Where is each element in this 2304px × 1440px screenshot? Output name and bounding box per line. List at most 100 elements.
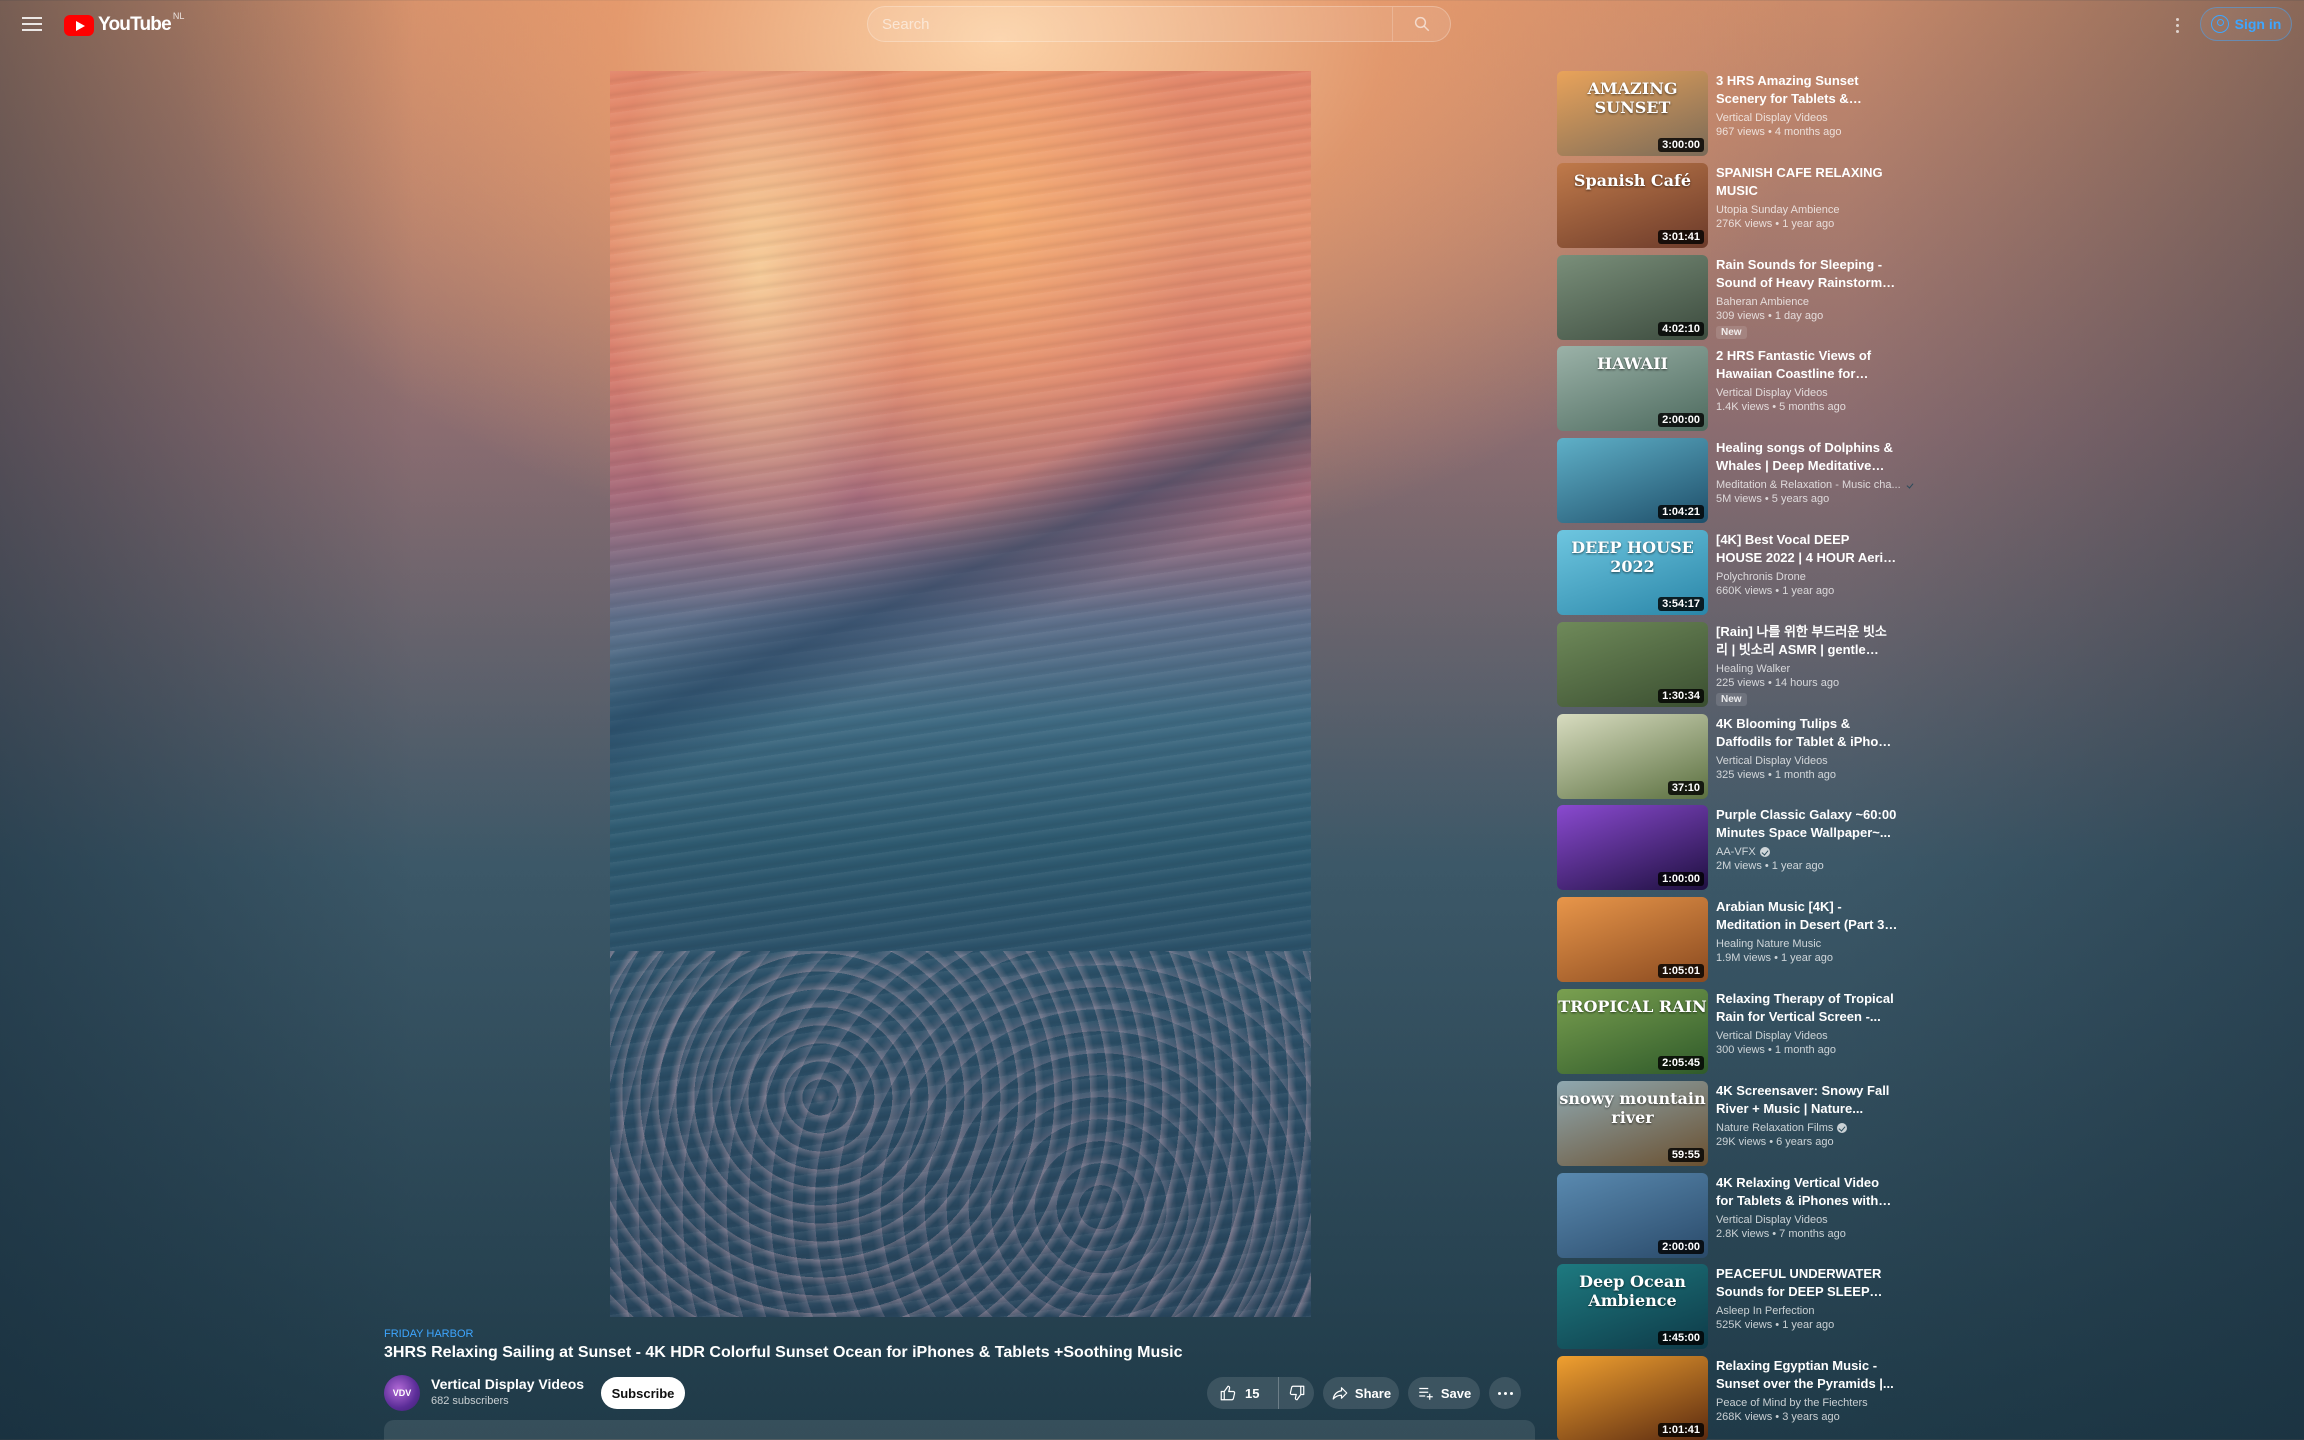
channel-name-row: Healing Nature Music — [1716, 938, 1898, 950]
channel-name-row: Meditation & Relaxation - Music cha... — [1716, 479, 1901, 491]
video-title-link[interactable]: 2 HRS Fantastic Views of Hawaiian Coastl… — [1716, 347, 1898, 383]
channel-name[interactable]: Baheran Ambience — [1716, 296, 1809, 308]
video-hashtag[interactable]: FRIDAY HARBOR — [384, 1328, 473, 1340]
youtube-play-icon — [64, 14, 94, 36]
recommended-video[interactable]: Deep Ocean Ambience 1:45:00 PEACEFUL UNDER… — [1557, 1264, 1897, 1356]
video-title-link[interactable]: Purple Classic Galaxy ~60:00 Minutes Spa… — [1716, 806, 1898, 842]
channel-avatar[interactable]: VDV — [384, 1375, 420, 1411]
video-title-link[interactable]: Rain Sounds for Sleeping - Sound of Heav… — [1716, 256, 1898, 292]
duration-badge: 1:00:00 — [1658, 872, 1704, 887]
recommended-video[interactable]: 2:00:00 4K Relaxing Vertical Video for Ta… — [1557, 1172, 1898, 1265]
views-and-date: 309 views • 1 day ago — [1716, 309, 1824, 322]
views-and-date: 325 views • 1 month ago — [1716, 768, 1837, 781]
video-player[interactable] — [610, 71, 1311, 1317]
video-details: 2 HRS Fantastic Views of Hawaiian Coastl… — [1716, 347, 1898, 413]
like-count: 15 — [1245, 1385, 1260, 1401]
channel-name[interactable]: Vertical Display Videos — [431, 1376, 584, 1392]
description-box[interactable] — [384, 1420, 1535, 1440]
video-thumbnail[interactable]: 2:00:00 — [1557, 1172, 1708, 1258]
recommended-video[interactable]: AMAZING SUNSET 3:00:00 3 HRS Amazing Sunse… — [1557, 71, 1897, 163]
video-thumbnail[interactable]: DEEP HOUSE 2022 3:54:17 — [1557, 529, 1708, 615]
channel-name[interactable]: Polychronis Drone — [1716, 571, 1806, 583]
video-thumbnail[interactable]: snowy mountain river 59:55 — [1557, 1080, 1708, 1166]
channel-name-row: Baheran Ambience — [1716, 296, 1898, 308]
video-title-link[interactable]: [4K] Best Vocal DEEP HOUSE 2022 | 4 HOUR… — [1716, 531, 1898, 567]
video-title-link[interactable]: Arabian Music [4K] - Meditation in Deser… — [1716, 898, 1898, 934]
channel-name-row: Nature Relaxation Films — [1716, 1122, 1898, 1134]
recommended-video[interactable]: 1:00:00 Purple Classic Galaxy ~60:00 Minu… — [1557, 805, 1897, 897]
share-button[interactable]: Share — [1323, 1377, 1399, 1409]
channel-name[interactable]: AA-VFX — [1716, 846, 1756, 858]
video-thumbnail[interactable]: 37:10 — [1557, 713, 1708, 799]
recommended-video[interactable]: HAWAII 2:00:00 2 HRS Fantastic Views of Ha… — [1557, 346, 1897, 438]
search-button[interactable] — [1392, 7, 1450, 41]
channel-name-row: Healing Walker — [1716, 663, 1898, 675]
dislike-button[interactable] — [1279, 1377, 1314, 1409]
recommended-video[interactable]: 4:02:10 Rain Sounds for Sleeping - Sound … — [1557, 254, 1898, 347]
recommended-video[interactable]: Spanish Café 3:01:41 SPANISH CAFE RELAXING… — [1557, 162, 1898, 255]
channel-name[interactable]: Asleep In Perfection — [1716, 1305, 1814, 1317]
video-title-link[interactable]: Relaxing Egyptian Music - Sunset over th… — [1716, 1357, 1898, 1393]
more-actions-button[interactable] — [1489, 1377, 1521, 1409]
video-thumbnail[interactable]: HAWAII 2:00:00 — [1557, 346, 1708, 432]
views-and-date: 2M views • 1 year ago — [1716, 860, 1824, 873]
channel-name[interactable]: Healing Nature Music — [1716, 938, 1821, 950]
video-thumbnail[interactable]: 1:05:01 — [1557, 897, 1708, 983]
video-thumbnail[interactable]: 1:30:34 — [1557, 621, 1708, 707]
channel-name[interactable]: Meditation & Relaxation - Music cha... — [1716, 479, 1901, 491]
recommended-video[interactable]: 37:10 4K Blooming Tulips & Daffodils for … — [1557, 713, 1898, 806]
search-icon — [1414, 16, 1429, 32]
settings-menu-button[interactable] — [2164, 12, 2190, 38]
video-thumbnail[interactable]: 1:01:41 — [1557, 1356, 1708, 1440]
video-title-link[interactable]: 3 HRS Amazing Sunset Scenery for Tablets… — [1716, 72, 1898, 108]
video-title-link[interactable]: Healing songs of Dolphins & Whales | Dee… — [1716, 439, 1898, 475]
video-title-link[interactable]: 4K Relaxing Vertical Video for Tablets &… — [1716, 1174, 1898, 1210]
save-button[interactable]: Save — [1408, 1377, 1480, 1409]
channel-name[interactable]: Vertical Display Videos — [1716, 755, 1828, 767]
video-thumbnail[interactable]: Deep Ocean Ambience 1:45:00 — [1557, 1264, 1708, 1350]
video-title-link[interactable]: [Rain] 나를 위한 부드러운 빗소리 | 빗소리 ASMR | gentl… — [1716, 623, 1898, 659]
channel-name[interactable]: Peace of Mind by the Fiechters — [1716, 1397, 1868, 1409]
recommended-video[interactable]: 1:01:41 Relaxing Egyptian Music - Sunset … — [1557, 1356, 1897, 1440]
video-thumbnail[interactable]: 4:02:10 — [1557, 254, 1708, 340]
recommended-video[interactable]: 1:30:34 [Rain] 나를 위한 부드러운 빗소리 | 빗소리 ASMR … — [1557, 621, 1898, 714]
channel-name[interactable]: Nature Relaxation Films — [1716, 1122, 1833, 1134]
youtube-logo[interactable]: YouTube NL — [64, 11, 184, 37]
channel-name[interactable]: Vertical Display Videos — [1716, 387, 1828, 399]
guide-menu-button[interactable] — [20, 13, 44, 37]
video-details: [Rain] 나를 위한 부드러운 빗소리 | 빗소리 ASMR | gentl… — [1716, 623, 1898, 707]
video-title-link[interactable]: Relaxing Therapy of Tropical Rain for Ve… — [1716, 990, 1898, 1026]
sign-in-button[interactable]: Sign in — [2200, 7, 2292, 41]
search-box — [867, 6, 1451, 42]
subscriber-count: 682 subscribers — [431, 1395, 509, 1407]
duration-badge: 2:05:45 — [1658, 1055, 1704, 1070]
video-thumbnail[interactable]: Spanish Café 3:01:41 — [1557, 162, 1708, 248]
video-details: 4K Relaxing Vertical Video for Tablets &… — [1716, 1174, 1898, 1240]
recommended-video[interactable]: TROPICAL RAIN 2:05:45 Relaxing Therapy of … — [1557, 988, 1898, 1081]
recommended-video[interactable]: 1:04:21 Healing songs of Dolphins & Whale… — [1557, 438, 1901, 530]
recommended-video[interactable]: snowy mountain river 59:55 4K Screensaver:… — [1557, 1080, 1898, 1173]
channel-name-row: Vertical Display Videos — [1716, 1214, 1898, 1226]
like-button[interactable]: 15 — [1207, 1377, 1279, 1409]
video-title-link[interactable]: PEACEFUL UNDERWATER Sounds for DEEP SLEE… — [1716, 1265, 1898, 1301]
video-title-link[interactable]: 4K Screensaver: Snowy Fall River + Music… — [1716, 1082, 1898, 1118]
recommended-video[interactable]: 1:05:01 Arabian Music [4K] - Meditation i… — [1557, 897, 1897, 989]
video-thumbnail[interactable]: 1:00:00 — [1557, 805, 1708, 891]
search-input[interactable] — [868, 7, 1392, 41]
video-title-link[interactable]: SPANISH CAFE RELAXING MUSIC — [1716, 164, 1898, 200]
channel-name[interactable]: Vertical Display Videos — [1716, 1030, 1828, 1042]
channel-name[interactable]: Vertical Display Videos — [1716, 112, 1828, 124]
channel-name[interactable]: Healing Walker — [1716, 663, 1790, 675]
channel-name[interactable]: Utopia Sunday Ambience — [1716, 204, 1840, 216]
video-details: Relaxing Therapy of Tropical Rain for Ve… — [1716, 990, 1898, 1056]
duration-badge: 2:00:00 — [1658, 413, 1704, 428]
video-thumbnail[interactable]: 1:04:21 — [1557, 438, 1708, 524]
recommended-video[interactable]: DEEP HOUSE 2022 3:54:17 [4K] Best Vocal DE… — [1557, 529, 1898, 622]
subscribe-button[interactable]: Subscribe — [601, 1377, 685, 1409]
video-title-link[interactable]: 4K Blooming Tulips & Daffodils for Table… — [1716, 715, 1898, 751]
channel-name[interactable]: Vertical Display Videos — [1716, 1214, 1828, 1226]
duration-badge: 2:00:00 — [1658, 1239, 1704, 1254]
video-thumbnail[interactable]: AMAZING SUNSET 3:00:00 — [1557, 71, 1708, 156]
save-label: Save — [1440, 1385, 1472, 1401]
video-thumbnail[interactable]: TROPICAL RAIN 2:05:45 — [1557, 988, 1708, 1074]
